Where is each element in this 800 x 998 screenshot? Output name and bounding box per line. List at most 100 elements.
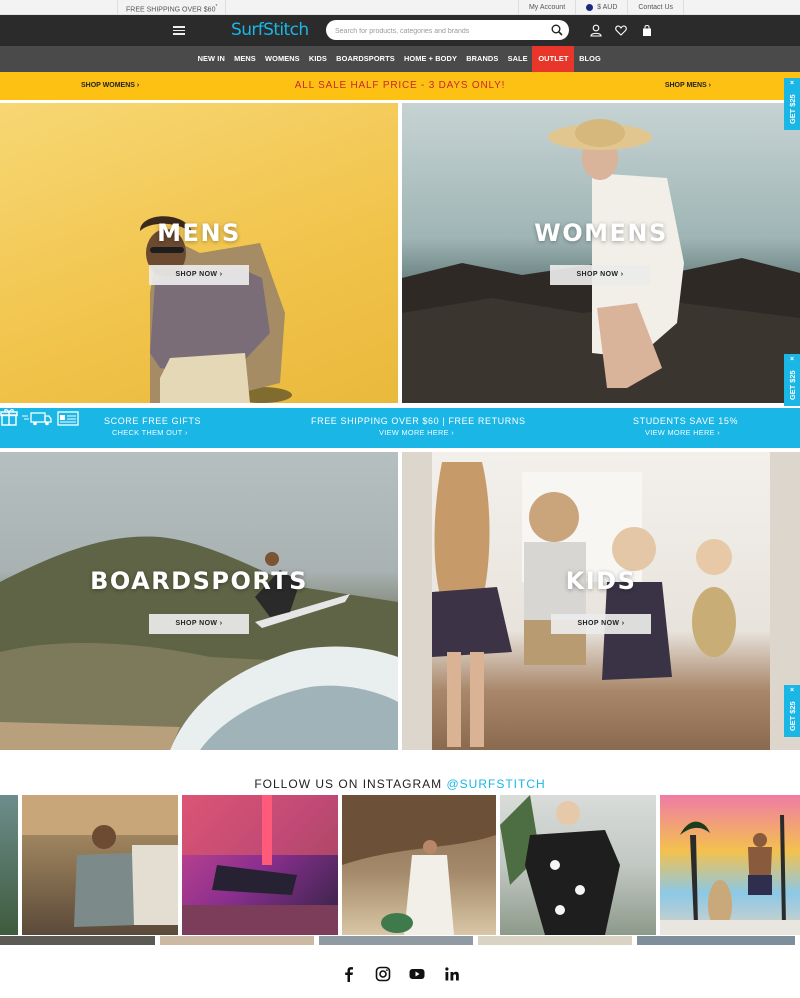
site-logo[interactable]: SurfStitch (231, 20, 309, 40)
get-25-tab[interactable]: × GET $25 (784, 354, 800, 406)
shop-now-label: SHOP NOW (576, 271, 619, 278)
benefits-bar: SCORE FREE GIFTS CHECK THEM OUT › FREE S… (0, 408, 800, 448)
kids-tile-title: KIDS (565, 567, 637, 595)
user-icon[interactable] (590, 24, 602, 37)
instagram-heading: FOLLOW US ON INSTAGRAM @SURFSTITCH (0, 777, 800, 791)
shop-mens-link[interactable]: SHOP MENS › (665, 72, 711, 100)
instagram-photo[interactable] (22, 795, 178, 935)
nav-item-brands[interactable]: BRANDS (462, 46, 503, 72)
instagram-photo[interactable] (660, 795, 800, 935)
free-gifts-link[interactable]: CHECK THEM OUT (112, 428, 182, 437)
australia-flag-icon (586, 4, 594, 11)
students-link[interactable]: VIEW MORE HERE (645, 428, 715, 437)
nav-item-kids[interactable]: KIDS (304, 46, 331, 72)
menu-icon[interactable] (173, 26, 185, 35)
student-card-icon (57, 411, 79, 426)
students-promo[interactable]: STUDENTS SAVE 15% VIEW MORE HERE › (633, 416, 738, 437)
free-shipping-promo[interactable]: FREE SHIPPING OVER $60 | FREE RETURNS VI… (311, 416, 526, 437)
nav-item-mens[interactable]: MENS (229, 46, 260, 72)
chevron-right-icon: › (717, 428, 721, 437)
instagram-photo-art (182, 795, 338, 935)
kids-shop-now-button[interactable]: SHOP NOW › (551, 614, 651, 634)
search-input[interactable] (326, 21, 546, 42)
chevron-right-icon: › (620, 271, 624, 278)
currency-selector[interactable]: $ AUD (575, 0, 627, 15)
linkedin-icon[interactable] (443, 965, 461, 983)
instagram-photo[interactable] (182, 795, 338, 935)
nav-item-blog[interactable]: BLOG (574, 46, 605, 72)
bag-icon[interactable] (641, 24, 653, 37)
mens-shop-now-button[interactable]: SHOP NOW › (149, 265, 249, 285)
instagram-handle-link[interactable]: @SURFSTITCH (446, 777, 545, 791)
nav-item-new-in[interactable]: NEW IN (193, 46, 229, 72)
get-25-tab[interactable]: × GET $25 (784, 685, 800, 737)
facebook-icon[interactable] (340, 965, 358, 983)
nav-item-home-body[interactable]: HOME + BODY (399, 46, 461, 72)
chevron-right-icon: › (184, 428, 188, 437)
surfer-image (0, 536, 398, 750)
shop-now-label: SHOP NOW (577, 620, 620, 627)
kids-tile[interactable]: KIDS SHOP NOW › (402, 452, 800, 750)
free-gifts-title: SCORE FREE GIFTS (104, 416, 202, 426)
instagram-photo[interactable] (500, 795, 656, 935)
search-bar (326, 20, 569, 42)
main-nav: NEW IN MENS WOMENS KIDS BOARDSPORTS HOME… (0, 46, 800, 72)
instagram-photo-art (342, 795, 496, 935)
instagram-icon[interactable] (374, 965, 392, 983)
promo-bar: SHOP WOMENS › ALL SALE HALF PRICE - 3 DA… (0, 72, 800, 100)
close-icon[interactable]: × (784, 356, 800, 363)
contact-label: Contact Us (638, 4, 673, 11)
free-shipping-link[interactable]: VIEW MORE HERE (379, 428, 449, 437)
mens-model-image (140, 216, 292, 403)
free-gifts-promo[interactable]: SCORE FREE GIFTS CHECK THEM OUT › (104, 416, 201, 437)
instagram-photo[interactable] (342, 795, 496, 935)
utility-bar: FREE SHIPPING OVER $60* My Account $ AUD… (0, 0, 800, 15)
kids-image (402, 452, 800, 750)
instagram-photo[interactable] (319, 936, 473, 945)
heart-icon[interactable] (615, 24, 627, 37)
close-icon[interactable]: × (784, 687, 800, 694)
search-icon[interactable] (551, 24, 563, 36)
shop-now-label: SHOP NOW (175, 620, 218, 627)
close-icon[interactable]: × (784, 80, 800, 87)
students-title: STUDENTS SAVE 15% (633, 416, 739, 426)
chevron-right-icon: › (451, 428, 455, 437)
nav-item-sale[interactable]: SALE (503, 46, 532, 72)
womens-model-image (402, 119, 800, 403)
instagram-photo[interactable] (0, 795, 18, 935)
boardsports-tile[interactable]: BOARDSPORTS SHOP NOW › (0, 452, 398, 750)
chevron-right-icon: › (708, 82, 711, 89)
free-shipping-notice[interactable]: FREE SHIPPING OVER $60* (117, 0, 227, 15)
instagram-photo[interactable] (160, 936, 314, 945)
instagram-photo[interactable] (478, 936, 632, 945)
womens-shop-now-button[interactable]: SHOP NOW › (550, 265, 650, 285)
nav-item-outlet[interactable]: OUTLET (532, 46, 575, 72)
instagram-photo[interactable] (637, 936, 795, 945)
shop-mens-label: SHOP MENS (664, 82, 707, 89)
instagram-photo[interactable] (0, 936, 155, 945)
mens-tile[interactable]: MENS SHOP NOW › (0, 103, 398, 403)
instagram-photo-art (22, 795, 178, 927)
free-shipping-title: FREE SHIPPING OVER $60 | FREE RETURNS (311, 416, 526, 426)
boardsports-shop-now-button[interactable]: SHOP NOW › (149, 614, 249, 634)
chevron-right-icon: › (219, 271, 223, 278)
womens-tile[interactable]: WOMENS SHOP NOW › (402, 103, 800, 403)
get-25-label: GET $25 (788, 370, 797, 400)
nav-item-womens[interactable]: WOMENS (260, 46, 304, 72)
instagram-photo-art (660, 815, 800, 935)
currency-label: $ AUD (597, 4, 618, 11)
get-25-tab[interactable]: × GET $25 (784, 78, 800, 130)
truck-icon (22, 412, 53, 426)
youtube-icon[interactable] (408, 965, 426, 983)
my-account-link[interactable]: My Account (517, 0, 575, 15)
contact-link[interactable]: Contact Us (627, 0, 684, 15)
instagram-title: FOLLOW US ON INSTAGRAM (254, 777, 447, 791)
nav-item-boardsports[interactable]: BOARDSPORTS (332, 46, 400, 72)
gift-icon (0, 409, 18, 426)
get-25-label: GET $25 (788, 701, 797, 731)
site-header: SurfStitch (0, 15, 800, 46)
shop-now-label: SHOP NOW (175, 271, 218, 278)
get-25-label: GET $25 (788, 94, 797, 124)
mens-tile-title: MENS (157, 219, 241, 247)
womens-tile-title: WOMENS (534, 219, 668, 247)
